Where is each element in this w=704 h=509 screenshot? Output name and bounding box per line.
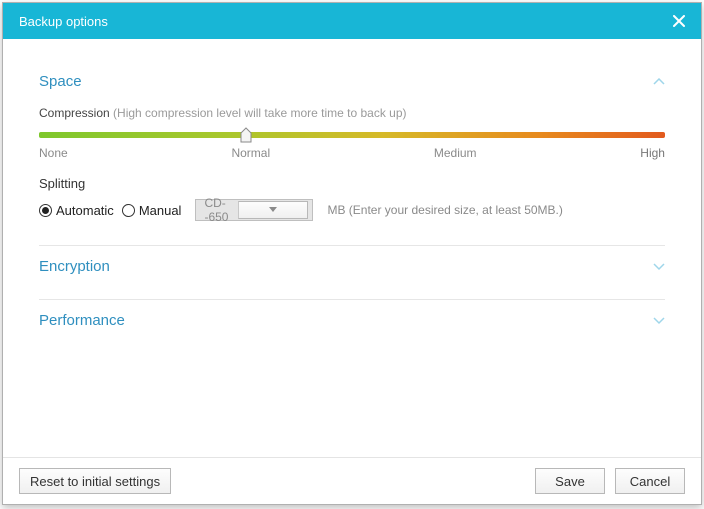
footer: Reset to initial settings Save Cancel [3,457,701,504]
chevron-down-icon [653,314,665,328]
backup-options-dialog: Backup options Space Compression (High c… [2,2,702,505]
section-title-encryption: Encryption [39,258,110,275]
compression-slider[interactable]: None Normal Medium High [39,132,665,160]
slider-label-medium: Medium [434,146,477,160]
splitting-row: Automatic Manual CD--650 MB (Enter your … [39,199,665,221]
close-button[interactable] [669,11,689,31]
splitting-hint: MB (Enter your desired size, at least 50… [327,203,562,217]
compression-label: Compression [39,106,110,120]
slider-handle[interactable] [240,127,252,143]
close-icon [673,15,685,27]
chevron-down-icon [238,201,308,219]
radio-automatic[interactable]: Automatic [39,203,114,218]
radio-automatic-label: Automatic [56,203,114,218]
radio-manual-label: Manual [139,203,182,218]
radio-dot-icon [122,204,135,217]
section-title-performance: Performance [39,312,125,329]
splitting-size-dropdown[interactable]: CD--650 [195,199,313,221]
save-button[interactable]: Save [535,468,605,494]
compression-label-row: Compression (High compression level will… [39,106,665,120]
slider-labels: None Normal Medium High [39,146,665,160]
section-header-space[interactable]: Space [39,67,665,96]
cancel-button[interactable]: Cancel [615,468,685,494]
dropdown-value: CD--650 [204,196,238,224]
slider-label-none: None [39,146,68,160]
slider-label-high: High [640,146,665,160]
section-header-encryption[interactable]: Encryption [39,245,665,281]
slider-track[interactable] [39,132,665,138]
section-header-performance[interactable]: Performance [39,299,665,335]
content-area: Space Compression (High compression leve… [3,39,701,457]
radio-dot-icon [39,204,52,217]
section-body-space: Compression (High compression level will… [39,96,665,227]
reset-button[interactable]: Reset to initial settings [19,468,171,494]
section-title-space: Space [39,73,82,90]
window-title: Backup options [19,14,669,29]
titlebar: Backup options [3,3,701,39]
slider-label-normal: Normal [231,146,270,160]
compression-hint: (High compression level will take more t… [113,106,406,120]
chevron-down-icon [653,260,665,274]
splitting-title: Splitting [39,176,665,191]
chevron-up-icon [653,75,665,89]
radio-manual[interactable]: Manual [122,203,182,218]
